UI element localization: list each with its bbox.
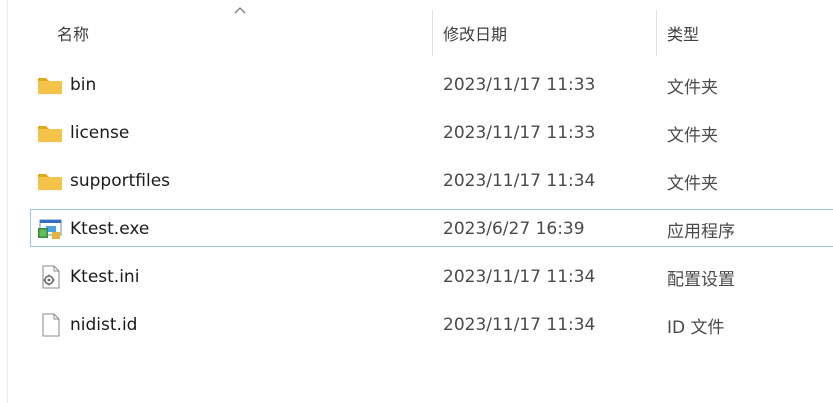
file-name-cell: Ktest.exe [37, 206, 149, 252]
file-date: 2023/11/17 11:34 [443, 171, 596, 191]
file-type: 文件夹 [667, 77, 718, 98]
file-icon [42, 313, 60, 337]
file-row-ktest-ini[interactable]: Ktest.ini 2023/11/17 11:34 配置设置 [0, 254, 833, 302]
file-date: 2023/11/17 11:33 [443, 75, 596, 95]
file-name: license [70, 123, 130, 143]
file-name-cell: bin [37, 62, 96, 108]
column-divider[interactable] [656, 10, 657, 56]
file-name-cell: supportfiles [37, 158, 170, 204]
file-type: 文件夹 [667, 125, 718, 146]
file-date: 2023/11/17 11:34 [443, 267, 596, 287]
file-name-cell: license [37, 110, 129, 156]
application-icon [38, 219, 62, 239]
file-date: 2023/11/17 11:33 [443, 123, 596, 143]
file-row-ktest-exe[interactable]: Ktest.exe 2023/6/27 16:39 应用程序 [0, 206, 833, 254]
file-row-nidist-id[interactable]: nidist.id 2023/11/17 11:34 ID 文件 [0, 302, 833, 350]
file-row-license[interactable]: license 2023/11/17 11:33 文件夹 [0, 110, 833, 158]
column-header-type[interactable]: 类型 [667, 0, 833, 66]
column-header-date-modified[interactable]: 修改日期 [443, 0, 655, 66]
file-name: Ktest.ini [70, 267, 140, 287]
file-name: supportfiles [70, 171, 171, 191]
settings-file-icon [42, 265, 60, 289]
file-date: 2023/11/17 11:34 [443, 315, 596, 335]
column-header-name[interactable]: 名称 [57, 0, 432, 66]
file-date: 2023/6/27 16:39 [443, 219, 585, 239]
folder-icon [38, 126, 62, 142]
file-name: Ktest.exe [70, 219, 150, 239]
file-type: ID 文件 [667, 317, 725, 338]
file-type: 文件夹 [667, 173, 718, 194]
column-header-bar: 名称 修改日期 类型 [0, 0, 833, 66]
file-name-cell: nidist.id [37, 302, 137, 348]
file-type: 应用程序 [667, 221, 735, 242]
file-list-view: 名称 修改日期 类型 bin 2023/11/17 11:33 文件夹 lice… [0, 0, 833, 403]
column-divider[interactable] [432, 10, 433, 56]
folder-icon [38, 78, 62, 94]
file-name: nidist.id [70, 315, 138, 335]
file-type: 配置设置 [667, 269, 735, 290]
file-row-bin[interactable]: bin 2023/11/17 11:33 文件夹 [0, 62, 833, 110]
file-name-cell: Ktest.ini [37, 254, 139, 300]
file-name: bin [70, 75, 97, 95]
folder-icon [38, 174, 62, 190]
file-row-supportfiles[interactable]: supportfiles 2023/11/17 11:34 文件夹 [0, 158, 833, 206]
file-list: bin 2023/11/17 11:33 文件夹 license 2023/11… [0, 62, 833, 350]
